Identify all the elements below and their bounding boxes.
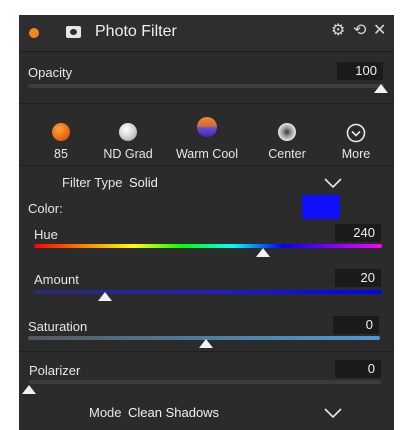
orange-sphere-icon (52, 123, 70, 141)
polarizer-slider-thumb[interactable] (22, 385, 36, 394)
color-label: Color: (28, 201, 63, 216)
polarizer-label: Polarizer (29, 363, 81, 378)
chevron-circle-icon (346, 123, 366, 143)
filter-type-value[interactable]: Solid (129, 175, 158, 190)
preset-85[interactable]: 85 (26, 123, 96, 161)
close-icon[interactable]: ✕ (373, 21, 386, 41)
divider (19, 165, 394, 166)
undo-icon[interactable]: ⟲ (353, 21, 366, 41)
preset-label: Center (268, 147, 306, 161)
hue-value[interactable]: 240 (335, 224, 381, 242)
amount-slider-track[interactable] (34, 290, 382, 294)
panel-title-bar: Photo Filter ⚙ ⟲ ✕ (19, 15, 394, 52)
amount-value[interactable]: 20 (335, 269, 381, 287)
opacity-label: Opacity (28, 65, 73, 80)
opacity-slider-track[interactable] (28, 84, 384, 88)
mode-value[interactable]: Clean Shadows (128, 405, 219, 420)
opacity-slider-thumb[interactable] (374, 84, 388, 93)
saturation-slider-thumb[interactable] (199, 339, 213, 348)
hue-slider-thumb[interactable] (256, 248, 270, 257)
polarizer-slider-track[interactable] (29, 380, 381, 384)
mode-label: Mode (89, 405, 122, 420)
preset-nd-grad[interactable]: ND Grad (93, 123, 163, 161)
gear-icon[interactable]: ⚙ (331, 21, 345, 41)
filter-type-label: Filter Type (62, 175, 123, 190)
preset-label: 85 (54, 147, 68, 161)
gray-sphere-icon (119, 123, 137, 141)
divider (19, 103, 394, 104)
center-sphere-icon (278, 123, 296, 141)
hue-label: Hue (34, 227, 58, 242)
divider (19, 351, 394, 352)
preset-label: ND Grad (103, 147, 153, 161)
color-swatch[interactable] (302, 195, 340, 219)
preset-more[interactable]: More (321, 123, 391, 161)
preset-warm-cool[interactable]: Warm Cool (172, 117, 242, 161)
saturation-label: Saturation (28, 319, 88, 334)
preset-label: More (341, 147, 371, 161)
amount-label: Amount (34, 272, 79, 287)
preset-center[interactable]: Center (252, 123, 322, 161)
saturation-value[interactable]: 0 (333, 316, 379, 334)
orange-dot-icon[interactable] (29, 28, 39, 38)
chevron-down-icon[interactable] (324, 407, 342, 419)
panel-title: Photo Filter (95, 23, 177, 40)
mask-icon[interactable] (66, 26, 81, 38)
chevron-down-icon[interactable] (324, 177, 342, 189)
polarizer-value[interactable]: 0 (335, 360, 381, 378)
photo-filter-panel: Photo Filter ⚙ ⟲ ✕ Opacity 100 85 ND Gra… (19, 15, 394, 430)
opacity-value[interactable]: 100 (337, 62, 383, 80)
preset-label: Warm Cool (175, 147, 239, 161)
orange-purple-sphere-icon (197, 117, 217, 137)
amount-slider-thumb[interactable] (98, 292, 112, 301)
hue-slider-track[interactable] (34, 244, 382, 248)
